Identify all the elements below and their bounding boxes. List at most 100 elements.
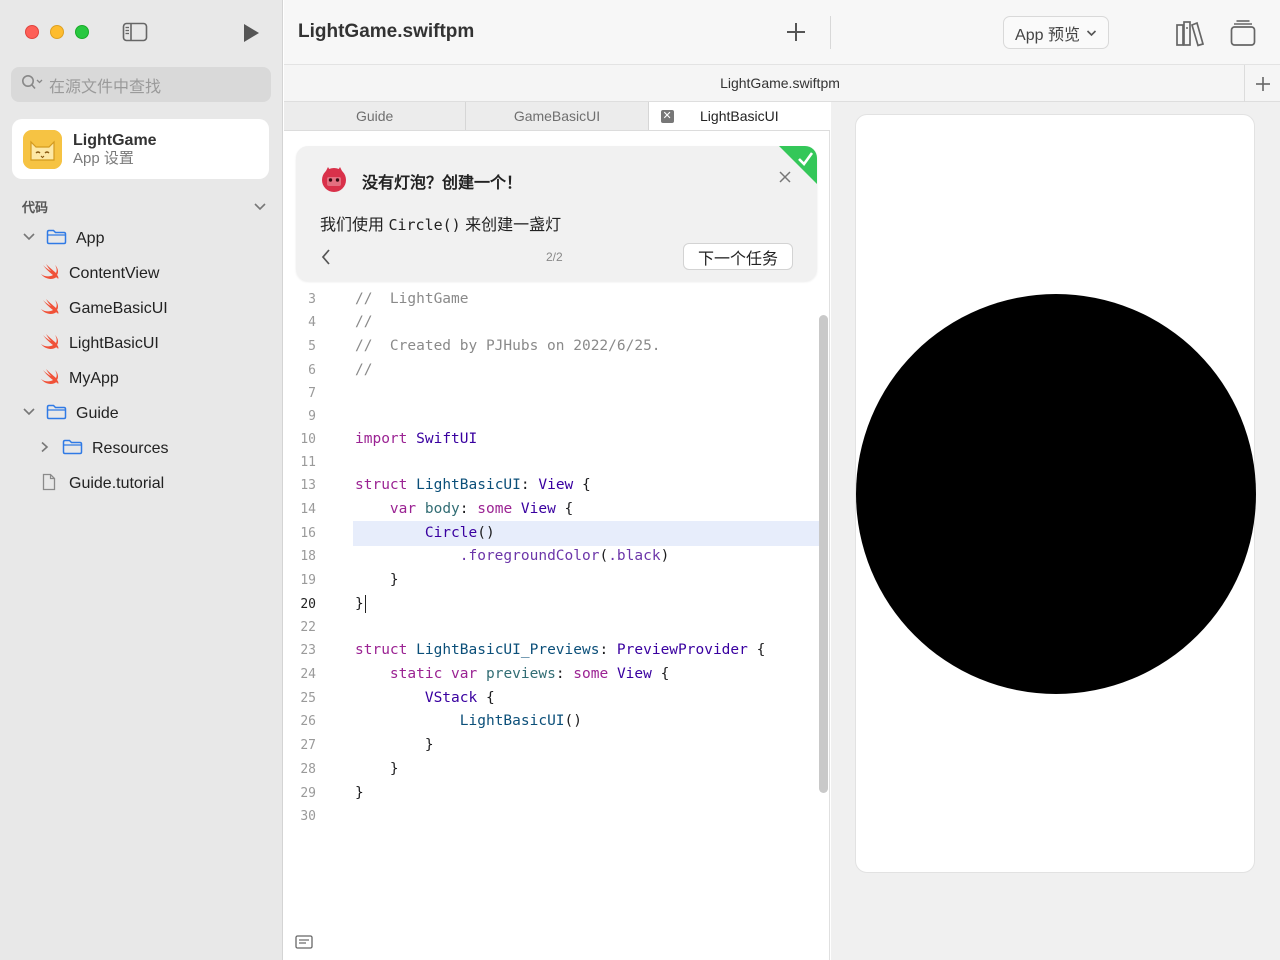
editor-scrollbar[interactable]	[819, 315, 828, 793]
app-cat-icon	[23, 129, 62, 169]
code-text: .foregroundColor(.black)	[459, 548, 670, 564]
code-line[interactable]: 10 import SwiftUI	[284, 428, 819, 451]
tree-folder-app[interactable]: App	[22, 224, 104, 254]
code-text: }	[355, 737, 434, 753]
sidebar-toggle-icon[interactable]	[122, 22, 148, 42]
tree-label: GameBasicUI	[69, 300, 168, 317]
code-line[interactable]: 11	[284, 451, 819, 474]
code-line[interactable]: 18 .foregroundColor(.black)	[284, 545, 819, 568]
code-line[interactable]: 5 // Created by PJHubs on 2022/6/25.	[284, 335, 819, 358]
next-task-button[interactable]: 下一个任务	[683, 243, 793, 270]
search-input[interactable]: 在源文件中查找	[11, 67, 271, 102]
code-line[interactable]: 9	[284, 405, 819, 428]
code-line[interactable]: 27 }	[284, 734, 819, 757]
code-line[interactable]: 24 static var previews: some View {	[284, 663, 819, 686]
line-number: 7	[308, 386, 316, 401]
code-line[interactable]: 20}	[284, 593, 819, 616]
tree-label: MyApp	[69, 370, 119, 387]
code-text: struct LightBasicUI_Previews: PreviewPro…	[355, 642, 766, 658]
preview-canvas	[831, 102, 1280, 960]
tree-label: ContentView	[69, 265, 160, 282]
folder-icon	[46, 404, 67, 425]
code-line[interactable]: 13 struct LightBasicUI: View {	[284, 474, 819, 497]
close-window-button[interactable]	[25, 25, 39, 39]
tree-label: Guide	[76, 405, 119, 422]
code-line[interactable]: 28 }	[284, 758, 819, 781]
code-line[interactable]: 14 var body: some View {	[284, 498, 819, 521]
code-text: // LightGame	[355, 291, 469, 307]
code-line[interactable]: 3 // LightGame	[284, 288, 819, 311]
line-number: 9	[308, 409, 316, 424]
code-line[interactable]: 23 struct LightBasicUI_Previews: PreviewP…	[284, 639, 819, 662]
minimize-window-button[interactable]	[50, 25, 64, 39]
code-line[interactable]: 7	[284, 382, 819, 405]
tab-label: LightBasicUI	[700, 108, 779, 124]
line-number: 19	[300, 573, 316, 588]
line-number: 20	[300, 597, 316, 612]
code-line[interactable]: 29}	[284, 782, 819, 805]
document-outline-icon[interactable]	[295, 935, 313, 949]
line-number: 18	[300, 549, 316, 564]
add-tab-icon[interactable]	[1244, 65, 1280, 102]
tree-label: LightBasicUI	[69, 335, 159, 352]
line-number: 24	[300, 667, 316, 682]
zoom-window-button[interactable]	[75, 25, 89, 39]
code-text: var body: some View {	[389, 501, 574, 517]
line-number: 23	[300, 643, 316, 658]
preview-circle	[856, 294, 1256, 694]
preview-device[interactable]	[855, 114, 1256, 873]
swift-icon	[40, 333, 60, 356]
code-text: static var previews: some View {	[389, 666, 670, 682]
code-section-label: 代码	[22, 200, 49, 215]
line-number: 5	[308, 339, 316, 354]
code-text: VStack {	[424, 690, 495, 706]
code-text: import SwiftUI	[355, 431, 478, 447]
code-line[interactable]: 22	[284, 616, 819, 639]
line-number: 10	[300, 432, 316, 447]
preview-select[interactable]: App 预览	[1003, 16, 1109, 49]
run-icon[interactable]	[240, 22, 262, 44]
tab-label: Guide	[355, 108, 394, 124]
code-line[interactable]: 26 LightBasicUI()	[284, 710, 819, 733]
chevron-down-icon[interactable]	[22, 405, 36, 423]
code-text: }	[355, 593, 367, 616]
tree-file-lightbasicui[interactable]: LightBasicUI	[40, 329, 159, 359]
chevron-left-icon[interactable]	[320, 248, 332, 266]
chevron-right-icon[interactable]	[38, 440, 52, 458]
code-text: }	[355, 761, 399, 777]
tree-file-gamebasicui[interactable]: GameBasicUI	[40, 294, 168, 324]
tree-file-guide-tutorial[interactable]: Guide.tutorial	[40, 469, 164, 499]
sidebar: 在源文件中查找 LightGame App 设置 代码 App ContentV…	[0, 0, 283, 960]
code-line[interactable]: 19 }	[284, 569, 819, 592]
folder-icon	[46, 229, 67, 250]
chevron-down-icon[interactable]	[22, 230, 36, 248]
code-line[interactable]: 16 Circle()	[284, 522, 819, 545]
guide-body-suffix: 来创建一盏灯	[460, 217, 562, 234]
code-line[interactable]: 6 //	[284, 359, 819, 382]
guide-page-indicator: 2/2	[546, 250, 563, 264]
window-stack-icon[interactable]	[1229, 19, 1257, 47]
close-tab-icon[interactable]: ✕	[660, 110, 674, 123]
tree-file-myapp[interactable]: MyApp	[40, 364, 119, 394]
chevron-down-icon[interactable]	[253, 198, 267, 216]
app-settings-card[interactable]: LightGame App 设置	[12, 119, 269, 179]
library-icon[interactable]	[1175, 19, 1205, 47]
guide-body-code: Circle()	[388, 216, 461, 234]
tab-gamebasicui[interactable]: GameBasicUI	[466, 102, 649, 130]
tree-folder-resources[interactable]: Resources	[38, 434, 168, 464]
guide-card: 没有灯泡？创建一个！ 我们使用 Circle() 来创建一盏灯 2/2 下一个任…	[296, 146, 817, 281]
add-icon[interactable]	[784, 20, 808, 44]
line-number: 29	[300, 786, 316, 801]
code-line[interactable]: 25 VStack {	[284, 687, 819, 710]
tree-folder-guide[interactable]: Guide	[22, 399, 119, 429]
tab-lightbasicui[interactable]: ✕ LightBasicUI	[648, 102, 830, 130]
subtitle-project: LightGame.swiftpm	[720, 75, 840, 91]
code-text: struct LightBasicUI: View {	[355, 477, 591, 493]
tab-guide[interactable]: Guide	[284, 102, 467, 130]
code-line[interactable]: 4 //	[284, 311, 819, 334]
line-number: 11	[300, 455, 316, 470]
line-number: 22	[300, 620, 316, 635]
code-line[interactable]: 30	[284, 805, 819, 828]
tree-file-contentview[interactable]: ContentView	[40, 259, 159, 289]
code-section-header[interactable]: 代码	[22, 197, 267, 216]
